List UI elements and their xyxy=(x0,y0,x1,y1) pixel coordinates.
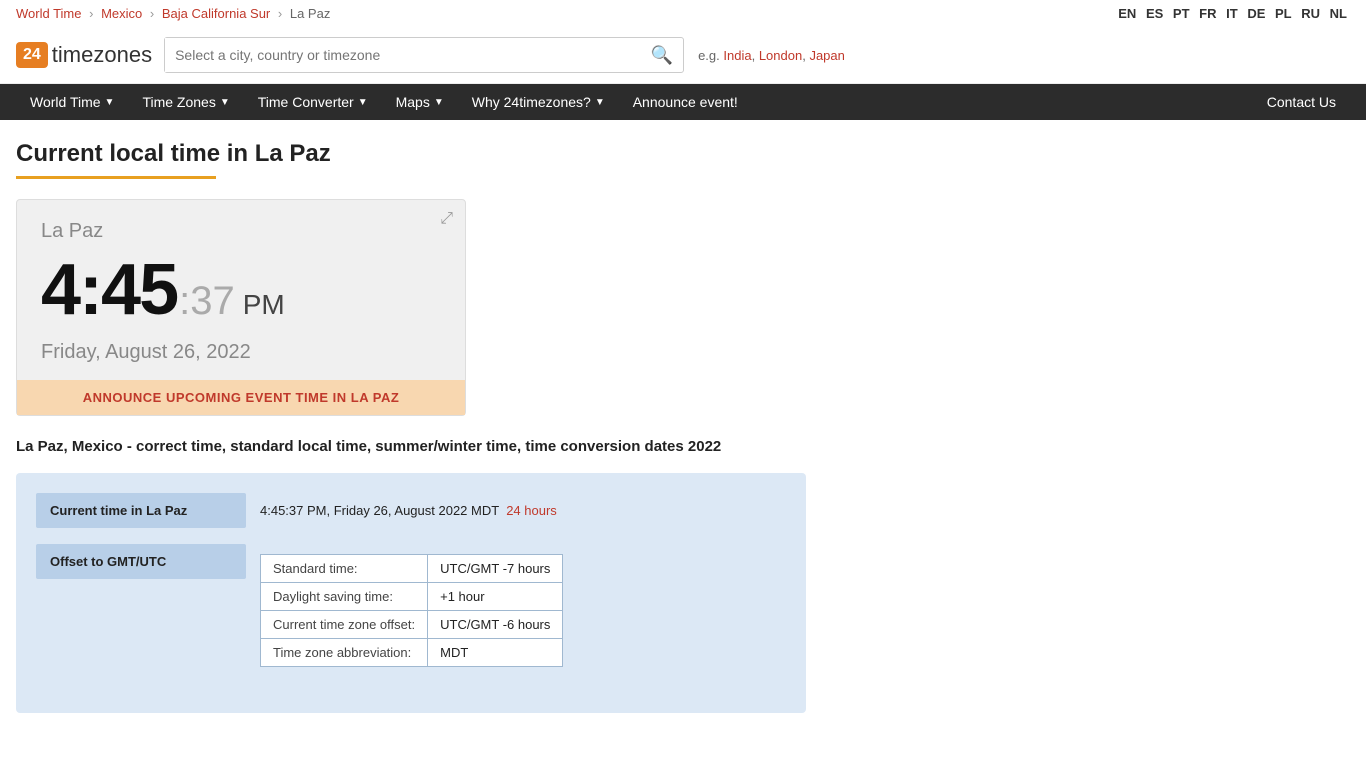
24hours-link[interactable]: 24 hours xyxy=(506,503,557,518)
page-description: La Paz, Mexico - correct time, standard … xyxy=(16,436,816,457)
offset-label: Offset to GMT/UTC xyxy=(36,544,246,579)
nav-maps[interactable]: Maps ▼ xyxy=(382,84,458,120)
breadcrumb-world-time[interactable]: World Time xyxy=(16,6,82,21)
logo-badge: 24 xyxy=(16,42,48,68)
nav-time-zones[interactable]: Time Zones ▼ xyxy=(128,84,243,120)
table-row: Standard time:UTC/GMT -7 hours xyxy=(261,555,563,583)
example-india[interactable]: India xyxy=(723,48,751,63)
lang-pl[interactable]: PL xyxy=(1275,6,1292,21)
current-time-label: Current time in La Paz xyxy=(36,493,246,528)
site-header: 24 timezones 🔍 e.g. India, London, Japan xyxy=(0,27,1366,84)
lang-en[interactable]: EN xyxy=(1118,6,1136,21)
nav-why[interactable]: Why 24timezones? ▼ xyxy=(458,84,619,120)
clock-city: La Paz xyxy=(41,220,441,243)
nav-time-converter[interactable]: Time Converter ▼ xyxy=(244,84,382,120)
search-container: 🔍 xyxy=(164,37,684,73)
language-bar: EN ES PT FR IT DE PL RU NL xyxy=(1115,6,1350,21)
lang-pt[interactable]: PT xyxy=(1173,6,1190,21)
breadcrumb-sep-2: › xyxy=(150,6,154,21)
info-row-offset: Offset to GMT/UTC Standard time:UTC/GMT … xyxy=(36,544,786,677)
clock-time-display: 4:45 :37 PM xyxy=(41,249,441,331)
clock-date: Friday, August 26, 2022 xyxy=(41,341,441,364)
table-row: Current time zone offset:UTC/GMT -6 hour… xyxy=(261,611,563,639)
info-row-current-time: Current time in La Paz 4:45:37 PM, Frida… xyxy=(36,493,786,528)
gmt-table: Standard time:UTC/GMT -7 hoursDaylight s… xyxy=(260,554,563,667)
expand-icon[interactable]: ⤢ xyxy=(440,210,453,228)
breadcrumb-mexico[interactable]: Mexico xyxy=(101,6,142,21)
table-row: Daylight saving time:+1 hour xyxy=(261,583,563,611)
logo-text: timezones xyxy=(52,42,152,68)
nav-maps-arrow: ▼ xyxy=(434,97,444,108)
lang-fr[interactable]: FR xyxy=(1199,6,1216,21)
example-london[interactable]: London xyxy=(759,48,802,63)
offset-value: Standard time:UTC/GMT -7 hoursDaylight s… xyxy=(246,544,577,677)
lang-de[interactable]: DE xyxy=(1247,6,1265,21)
lang-es[interactable]: ES xyxy=(1146,6,1163,21)
info-section: Current time in La Paz 4:45:37 PM, Frida… xyxy=(16,473,806,713)
clock-widget: ⤢ La Paz 4:45 :37 PM Friday, August 26, … xyxy=(16,199,466,416)
clock-seconds: :37 xyxy=(179,279,235,324)
breadcrumb-sep-1: › xyxy=(89,6,93,21)
nav-time-zones-arrow: ▼ xyxy=(220,97,230,108)
nav-world-time[interactable]: World Time ▼ xyxy=(16,84,128,120)
nav-world-time-arrow: ▼ xyxy=(105,97,115,108)
main-content: Current local time in La Paz ⤢ La Paz 4:… xyxy=(0,120,1200,733)
title-underline xyxy=(16,176,216,179)
table-row: Time zone abbreviation:MDT xyxy=(261,639,563,667)
lang-it[interactable]: IT xyxy=(1226,6,1238,21)
nav-contact[interactable]: Contact Us xyxy=(1253,84,1350,120)
nav-announce[interactable]: Announce event! xyxy=(619,84,752,120)
search-button[interactable]: 🔍 xyxy=(641,45,683,66)
logo[interactable]: 24 timezones xyxy=(16,42,152,68)
nav-time-converter-arrow: ▼ xyxy=(358,97,368,108)
breadcrumb-baja[interactable]: Baja California Sur xyxy=(162,6,270,21)
clock-hours-minutes: 4:45 xyxy=(41,249,177,331)
main-nav: World Time ▼ Time Zones ▼ Time Converter… xyxy=(0,84,1366,120)
breadcrumb-sep-3: › xyxy=(278,6,282,21)
announce-event-button[interactable]: ANNOUNCE UPCOMING EVENT TIME IN LA PAZ xyxy=(17,380,465,415)
search-input[interactable] xyxy=(165,38,641,72)
nav-why-arrow: ▼ xyxy=(595,97,605,108)
lang-ru[interactable]: RU xyxy=(1301,6,1320,21)
lang-nl[interactable]: NL xyxy=(1330,6,1347,21)
breadcrumb-current: La Paz xyxy=(290,6,330,21)
current-time-value: 4:45:37 PM, Friday 26, August 2022 MDT 2… xyxy=(246,493,571,528)
clock-ampm: PM xyxy=(243,289,285,321)
search-examples: e.g. India, London, Japan xyxy=(698,48,845,63)
page-title: Current local time in La Paz xyxy=(16,140,1184,168)
example-japan[interactable]: Japan xyxy=(809,48,844,63)
